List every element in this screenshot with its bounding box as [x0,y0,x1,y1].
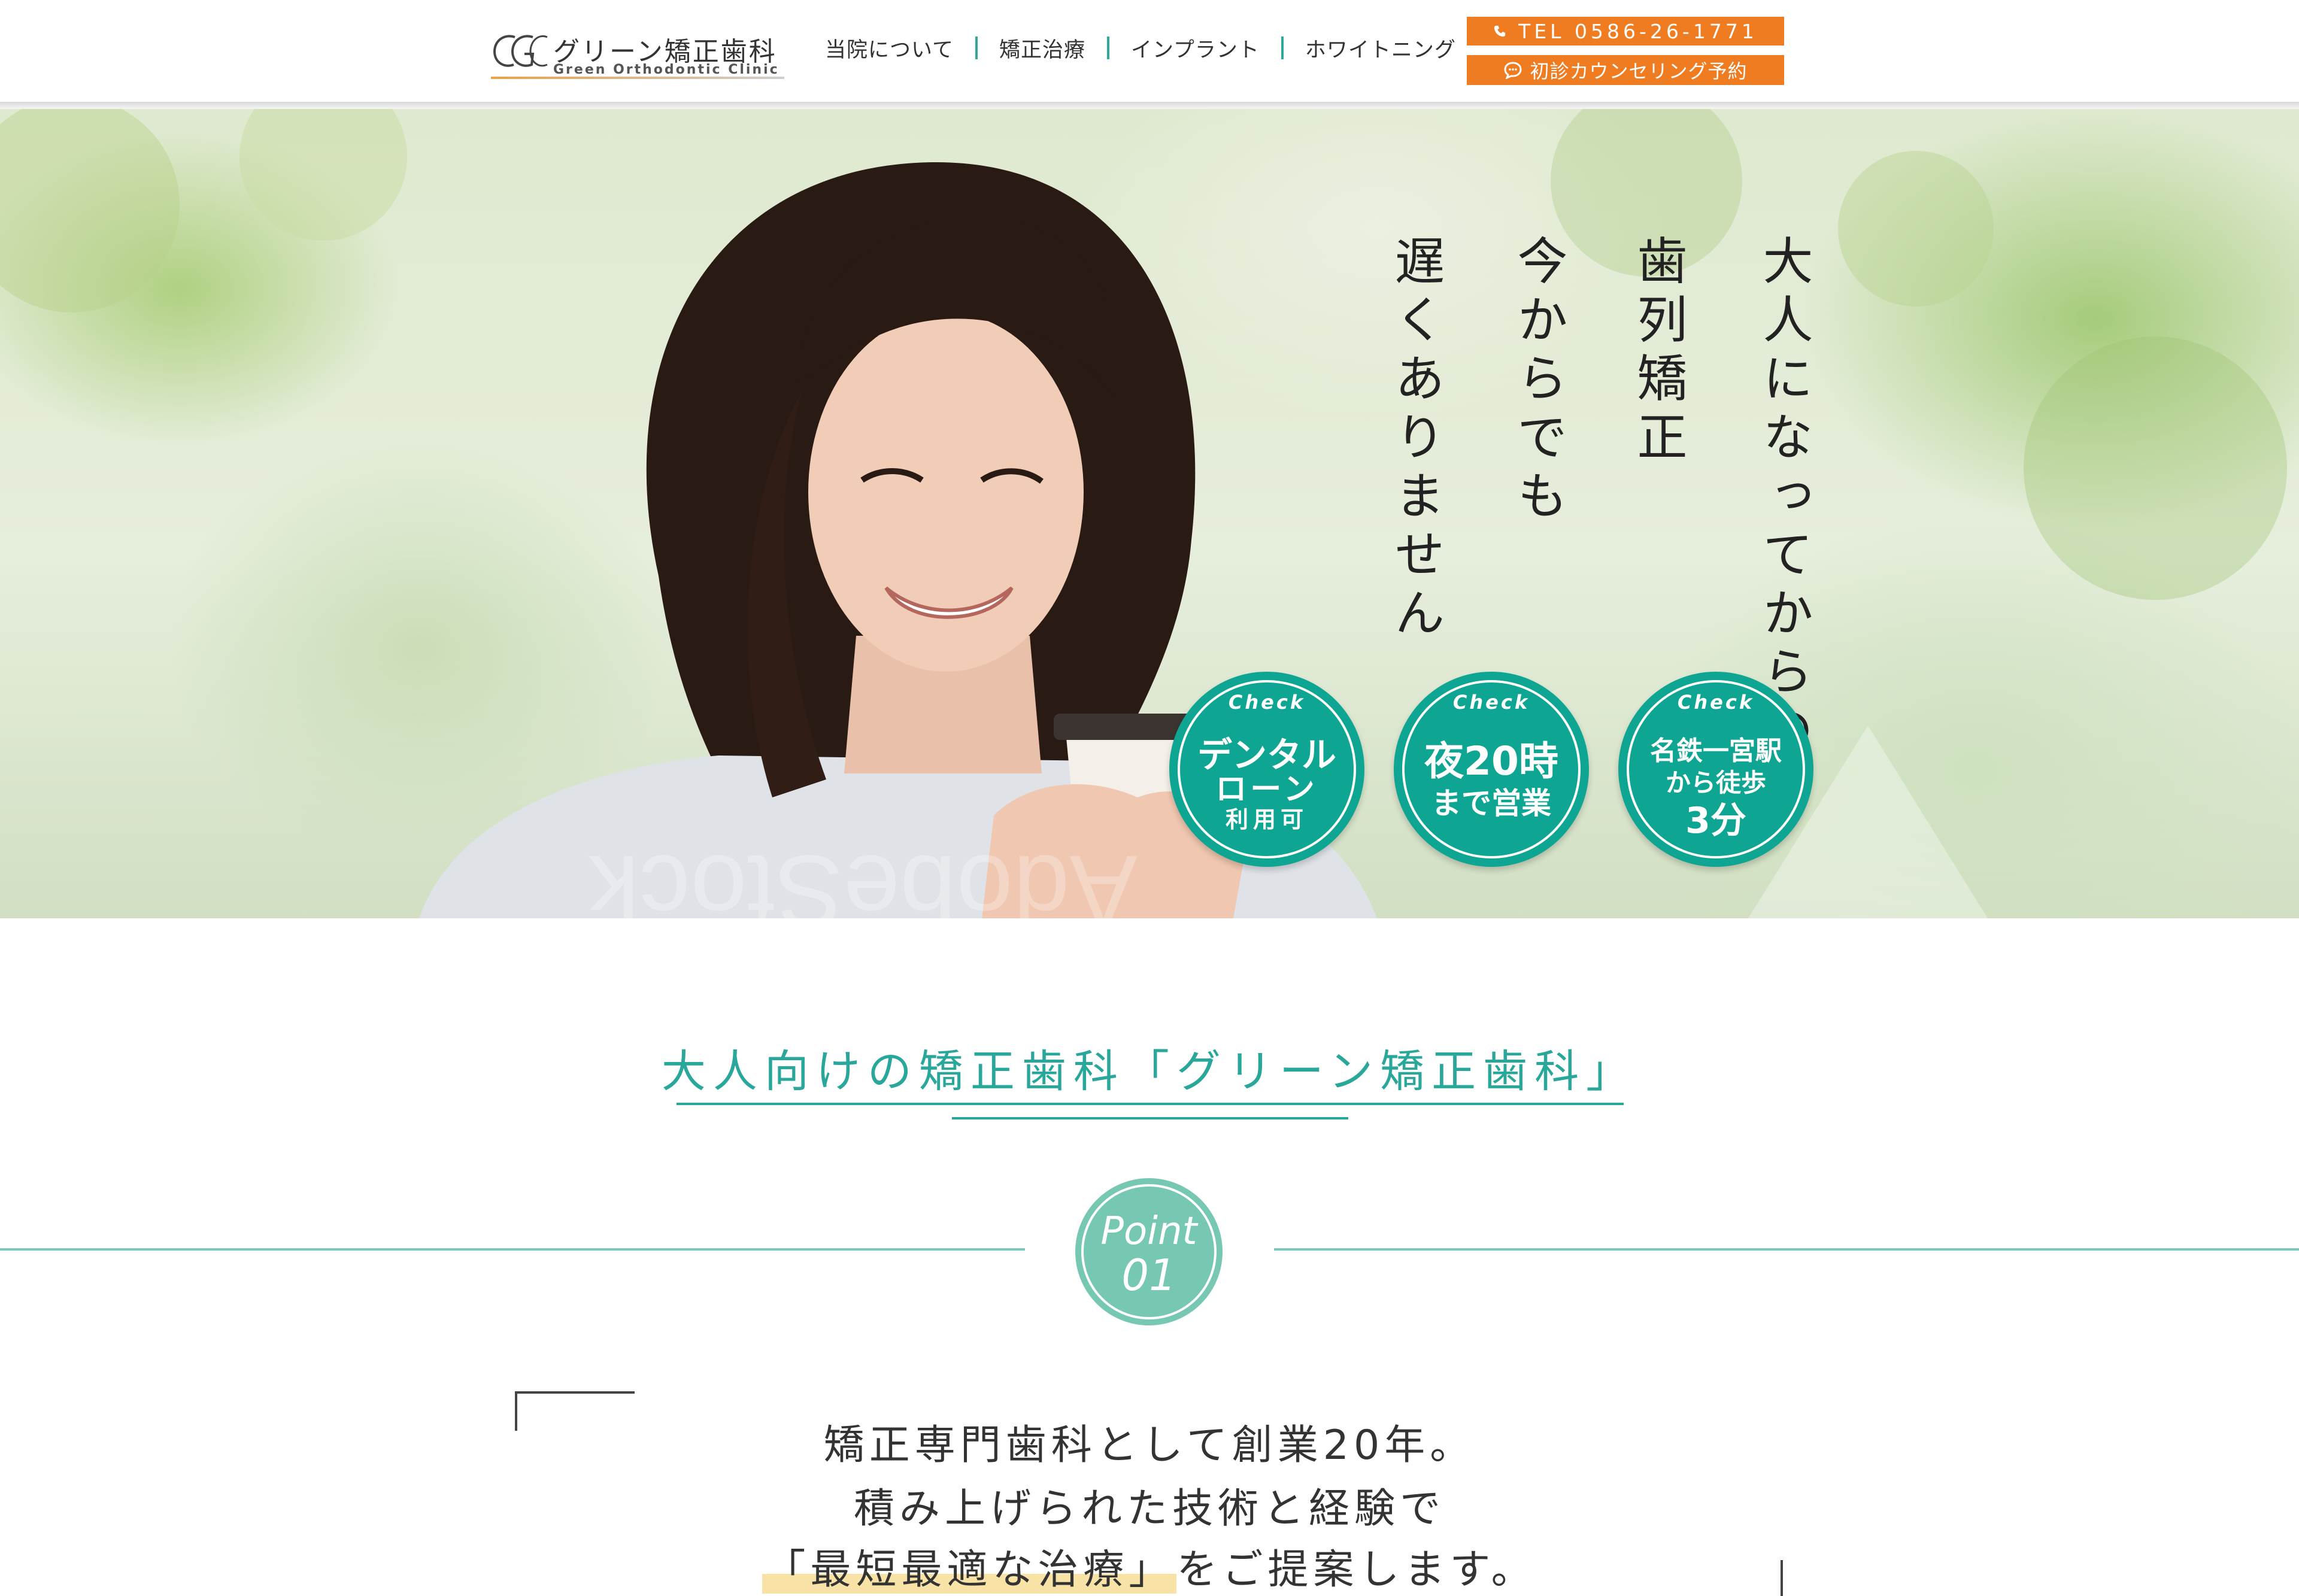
badge-line: 名鉄一宮駅 [1650,736,1782,766]
hero-copy-line-4: 遅くありません [1387,235,1445,645]
hero-copy-line-2: 歯列矯正 [1629,235,1688,469]
badge-line: 夜20時 [1424,738,1558,784]
nav-item-orthodontics[interactable]: 矯正治療 [999,33,1085,63]
point-number: 01 [1121,1250,1176,1300]
lead-line-3: 「最短最適な治療」をご提案します。 [0,1536,2299,1595]
point-divider-left [0,1248,1025,1251]
hero-copy-line-3: 今からでも [1509,235,1568,528]
badge-line: 3分 [1685,800,1746,842]
logo-mark-icon [493,35,548,67]
hero-watermark-text: AdobeStock [588,834,1138,918]
badge-check-label: Check [1452,691,1530,714]
site-header: グリーン矯正歯科 Green Orthodontic Clinic 当院について… [0,0,2299,102]
badge-line: 利用可 [1225,806,1308,833]
badge-line: まで営業 [1431,786,1551,821]
badge-check-label: Check [1677,691,1755,714]
nav-item-about[interactable]: 当院について [825,33,954,63]
hero-banner: AdobeStock 大人になってからの 歯列矯正 今からでも 遅くありません … [0,109,2299,918]
point-word: Point [1100,1209,1197,1254]
counseling-reservation-button[interactable]: 初診カウンセリング予約 [1467,55,1784,85]
lead-line-1: 矯正専門歯科として創業20年。 [823,1422,1476,1469]
lead-line-2: 積み上げられた技術と経験で [853,1485,1445,1533]
reservation-button-label: 初診カウンセリング予約 [1530,60,1748,83]
badge-open-until-20: Check 夜20時 まで営業 [1394,672,1589,867]
tel-button[interactable]: TEL 0586-26-1771 [1467,17,1784,45]
logo-underline [491,77,784,79]
phone-icon [1494,25,1506,37]
quote-bracket-top-left [515,1391,635,1394]
nav-divider [1281,37,1284,59]
chat-bubble-icon [1504,62,1522,79]
section-title-underline [677,1103,1624,1105]
badge-dental-loan: Check デンタル ローン 利用可 [1169,672,1364,867]
hero-woman-photo: AdobeStock [0,109,2287,918]
badge-check-label: Check [1228,691,1306,714]
section-title: 大人向けの矯正歯科「グリーン矯正歯科」 [661,1046,1638,1097]
main-nav: 当院について 矯正治療 インプラント ホワイトニング [825,33,1456,63]
nav-item-implant[interactable]: インプラント [1131,33,1260,63]
clinic-logo[interactable]: グリーン矯正歯科 Green Orthodontic Clinic [491,30,790,80]
point-divider-right [1274,1248,2299,1251]
section-title-underline-short [952,1117,1348,1119]
lead-line-3-rest: をご提案します。 [1176,1546,1537,1594]
nav-item-whitening[interactable]: ホワイトニング [1305,33,1456,63]
logo-name-en: Green Orthodontic Clinic [553,62,780,77]
nav-divider [975,37,978,59]
point-01-badge: Point 01 [1075,1178,1223,1325]
tel-button-label: TEL 0586-26-1771 [1518,19,1758,43]
nav-divider [1106,37,1109,59]
badge-station-walk: Check 名鉄一宮駅 から徒歩 3分 [1618,672,1813,867]
lead-highlight: 「最短最適な治療」 [762,1546,1177,1594]
